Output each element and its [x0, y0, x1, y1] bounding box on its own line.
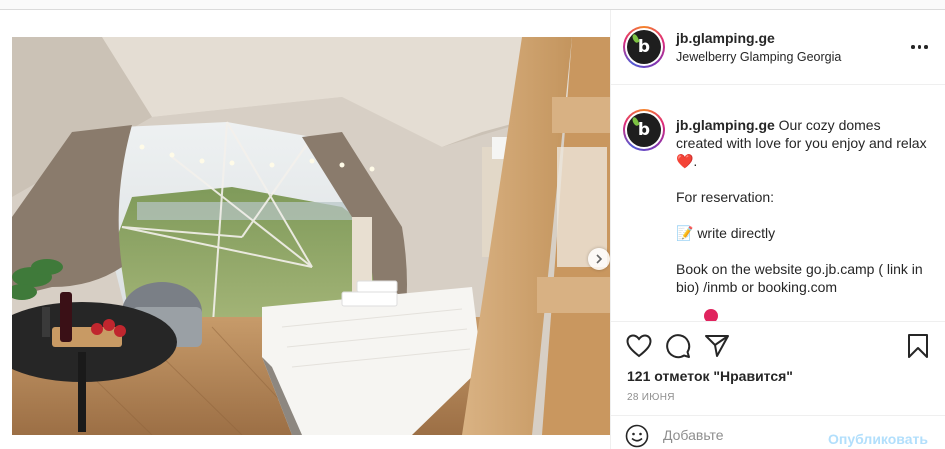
caption-write-directly: 📝 write directly — [676, 225, 776, 241]
save-button[interactable] — [904, 332, 932, 360]
caption-reservation: For reservation: — [676, 189, 775, 205]
avatar[interactable]: b — [623, 109, 665, 151]
full-name: Jewelberry Glamping Georgia — [676, 50, 842, 64]
heart-emoji-icon — [704, 309, 718, 321]
comment-input[interactable] — [663, 422, 853, 448]
caption-username-link[interactable]: jb.glamping.ge — [676, 117, 775, 133]
share-icon — [705, 335, 729, 357]
caption-book: Book on the website go.jb.camp ( link in… — [676, 261, 923, 295]
post-photo[interactable] — [12, 37, 610, 435]
username-link[interactable]: jb.glamping.ge — [676, 30, 775, 46]
post-date[interactable]: 28 ИЮНЯ — [627, 392, 675, 403]
leaf-icon — [631, 33, 640, 44]
chevron-right-icon — [596, 254, 603, 264]
carousel-next-button[interactable] — [588, 248, 610, 270]
comment-icon — [666, 334, 691, 359]
post-actions: 121 отметок "Нравится" 28 ИЮНЯ Опубликов… — [611, 321, 945, 449]
bookmark-icon — [908, 334, 928, 358]
publish-button[interactable]: Опубликовать — [828, 431, 928, 447]
post-media — [0, 10, 611, 449]
post-header: b jb.glamping.ge Jewelberry Glamping Geo… — [611, 10, 945, 85]
leaf-icon — [631, 116, 640, 127]
post-caption: b jb.glamping.ge Our cozy domes created … — [611, 86, 945, 321]
caption-text: jb.glamping.ge Our cozy domes created wi… — [676, 116, 931, 314]
comment-bar: Опубликовать — [611, 415, 945, 449]
comment-button[interactable] — [664, 332, 692, 360]
avatar[interactable]: b — [623, 26, 665, 68]
emoji-icon — [625, 424, 649, 448]
share-button[interactable] — [703, 332, 731, 360]
more-icon[interactable] — [911, 40, 931, 54]
heart-icon — [626, 334, 652, 358]
instagram-post: b jb.glamping.ge Jewelberry Glamping Geo… — [0, 9, 945, 449]
emoji-button[interactable] — [625, 424, 649, 448]
likes-count[interactable]: 121 отметок "Нравится" — [627, 368, 793, 384]
post-side-panel: b jb.glamping.ge Jewelberry Glamping Geo… — [611, 10, 945, 449]
like-button[interactable] — [625, 332, 653, 360]
